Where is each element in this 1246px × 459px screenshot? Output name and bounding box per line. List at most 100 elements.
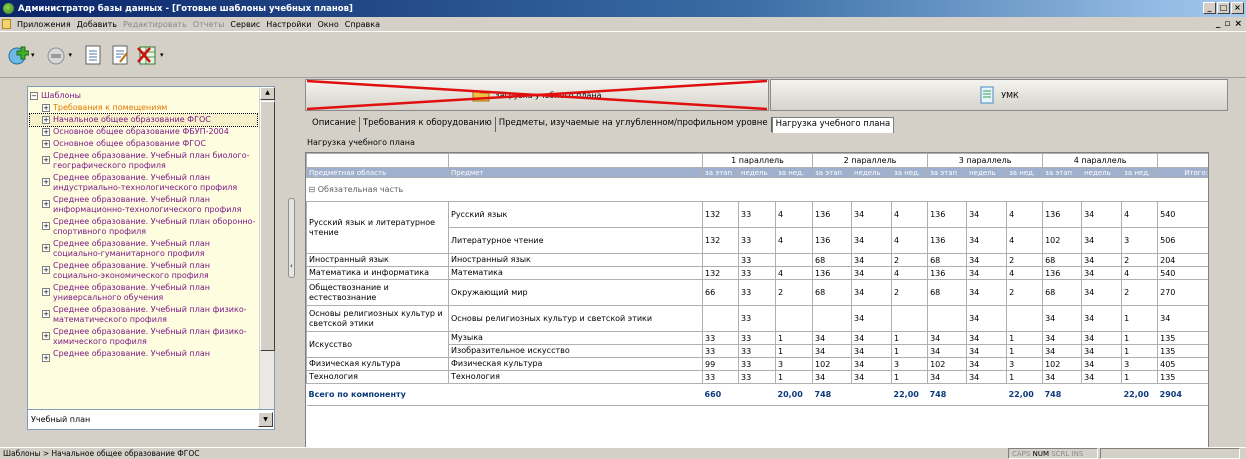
column-header[interactable]: недель (966, 167, 1008, 178)
subject-cell[interactable]: Русский язык (448, 201, 703, 228)
table-row[interactable]: Основы религиозных культур и светской эт… (306, 305, 1208, 332)
tree-item[interactable]: + Среднее образование. Учебный план индус… (30, 172, 257, 194)
value-cell[interactable]: 1 (1121, 370, 1159, 384)
tree-root[interactable]: − Шаблоны (30, 90, 257, 102)
value-cell[interactable]: 34 (812, 344, 853, 358)
value-cell[interactable]: 136 (812, 201, 853, 228)
collapse-left-icon[interactable]: ‹ (290, 262, 293, 270)
tree-item[interactable]: + Основное общее образование ФГОС (30, 138, 257, 150)
value-cell[interactable]: 34 (966, 331, 1008, 345)
value-cell[interactable]: 1 (1006, 344, 1044, 358)
value-cell[interactable]: 136 (812, 266, 853, 280)
value-cell[interactable]: 33 (738, 331, 776, 345)
expand-icon[interactable]: + (42, 178, 50, 186)
value-cell[interactable]: 1 (891, 331, 929, 345)
value-cell[interactable]: 34 (851, 331, 893, 345)
value-cell[interactable]: 33 (738, 344, 776, 358)
column-header[interactable]: за этап (1042, 167, 1083, 178)
mdi-minimize-button[interactable]: _ (1216, 19, 1221, 29)
value-cell[interactable] (927, 305, 968, 332)
scroll-up-icon[interactable]: ▲ (260, 87, 275, 100)
menu-item[interactable]: Отчеты (190, 20, 228, 29)
expand-icon[interactable]: + (42, 354, 50, 362)
value-cell[interactable]: 1 (1121, 331, 1159, 345)
remove-button[interactable] (44, 43, 68, 67)
value-cell[interactable]: 34 (851, 227, 893, 254)
group-row[interactable]: ⊟ Обязательная часть (307, 178, 1209, 202)
value-cell[interactable]: 99 (702, 357, 739, 371)
table-row[interactable]: Обществознание и естествознание Окружающи… (306, 279, 1208, 306)
value-cell[interactable]: 1 (891, 370, 929, 384)
subject-area-cell[interactable]: Обществознание и естествознание (306, 279, 449, 306)
value-cell[interactable]: 136 (927, 227, 968, 254)
subject-cell[interactable]: Основы религиозных культур и светской эт… (448, 305, 703, 332)
total-cell[interactable]: 270 (1157, 279, 1208, 306)
expand-icon[interactable]: + (42, 266, 50, 274)
tree-item[interactable]: + Среднее образование. Учебный план биоло… (30, 150, 257, 172)
table-row[interactable]: Технология Технология 33 33 1 34 34 1 34 34 1 34 34 1… (306, 370, 1208, 384)
value-cell[interactable]: 34 (851, 253, 893, 267)
chevron-down-icon[interactable]: ▾ (31, 51, 35, 59)
value-cell[interactable]: 34 (812, 331, 853, 345)
value-cell[interactable]: 136 (1042, 266, 1083, 280)
value-cell[interactable]: 34 (1081, 279, 1123, 306)
tree-item[interactable]: + Начальное общее образование ФГОС (29, 113, 258, 127)
value-cell[interactable]: 3 (1121, 357, 1159, 371)
expand-icon[interactable]: + (42, 222, 50, 230)
value-cell[interactable]: 33 (702, 344, 739, 358)
value-cell[interactable]: 66 (702, 279, 739, 306)
total-cell[interactable]: 204 (1157, 253, 1208, 267)
value-cell[interactable]: 34 (966, 253, 1008, 267)
value-cell[interactable]: 34 (1081, 344, 1123, 358)
column-header[interactable]: Предметная область (306, 167, 449, 178)
column-header[interactable]: недель (1081, 167, 1123, 178)
value-cell[interactable]: 33 (702, 331, 739, 345)
value-cell[interactable]: 2 (1121, 279, 1159, 306)
value-cell[interactable]: 2 (891, 279, 929, 306)
scrollbar-thumb[interactable] (260, 101, 275, 351)
chevron-down-icon[interactable]: ▼ (258, 412, 273, 427)
value-cell[interactable]: 34 (966, 227, 1008, 254)
add-button[interactable] (6, 43, 30, 67)
menu-item[interactable]: Справка (342, 20, 383, 29)
value-cell[interactable]: 34 (851, 357, 893, 371)
value-cell[interactable]: 34 (927, 331, 968, 345)
subject-cell[interactable]: Иностранный язык (448, 253, 703, 267)
value-cell[interactable]: 2 (1121, 253, 1159, 267)
total-cell[interactable]: 506 (1157, 227, 1208, 254)
value-cell[interactable]: 33 (738, 253, 776, 267)
value-cell[interactable]: 33 (738, 370, 776, 384)
subject-cell[interactable]: Литературное чтение (448, 227, 703, 254)
expand-icon[interactable]: + (42, 288, 50, 296)
total-cell[interactable]: 135 (1157, 331, 1208, 345)
tab[interactable]: Предметы, изучаемые на углубленном/профи… (496, 117, 772, 132)
table-row[interactable]: Искусство Музыка 33 33 1 34 34 1 34 34 1 34 34 1 135 (306, 331, 1208, 358)
tree-item[interactable]: + Среднее образование. Учебный план физик… (30, 326, 257, 348)
value-cell[interactable] (702, 305, 739, 332)
subject-cell[interactable]: Музыка (448, 331, 703, 345)
value-cell[interactable]: 34 (1081, 305, 1123, 332)
value-cell[interactable]: 34 (966, 266, 1008, 280)
value-cell[interactable]: 34 (851, 266, 893, 280)
menu-item[interactable]: Приложения (14, 20, 74, 29)
value-cell[interactable]: 102 (927, 357, 968, 371)
value-cell[interactable]: 2 (891, 253, 929, 267)
value-cell[interactable]: 34 (1081, 266, 1123, 280)
value-cell[interactable]: 2 (1006, 253, 1044, 267)
total-cell[interactable]: 135 (1157, 344, 1208, 358)
close-button[interactable]: × (1231, 2, 1244, 14)
value-cell[interactable]: 33 (738, 266, 776, 280)
subject-cell[interactable]: Физическая культура (448, 357, 703, 371)
value-cell[interactable]: 34 (966, 305, 1008, 332)
subject-cell[interactable]: Технология (448, 370, 703, 384)
value-cell[interactable]: 4 (1006, 201, 1044, 228)
value-cell[interactable]: 34 (1042, 331, 1083, 345)
value-cell[interactable]: 68 (927, 253, 968, 267)
tree-item[interactable]: + Основное общее образование ФБУП-2004 (30, 126, 257, 138)
value-cell[interactable]: 34 (1081, 370, 1123, 384)
value-cell[interactable]: 1 (774, 344, 814, 358)
value-cell[interactable] (1006, 305, 1044, 332)
edit-document-button[interactable] (108, 43, 132, 67)
column-header[interactable]: недель (738, 167, 776, 178)
subject-area-cell[interactable]: Технология (306, 370, 449, 384)
